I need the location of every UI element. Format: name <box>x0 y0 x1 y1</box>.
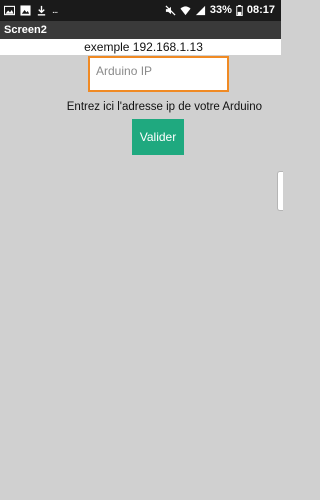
image-icon <box>4 5 15 16</box>
signal-icon <box>195 5 206 16</box>
battery-icon <box>236 5 243 16</box>
wifi-icon <box>180 5 191 16</box>
overflow-dots: ... <box>52 5 58 16</box>
arduino-ip-input[interactable] <box>90 58 227 90</box>
ip-hint-label: Entrez ici l'adresse ip de votre Arduino <box>66 101 262 113</box>
status-bar: ... 33% 08:17 <box>0 0 281 21</box>
ip-input-container[interactable] <box>88 56 229 92</box>
validate-button[interactable]: Valider <box>132 119 184 155</box>
screen-title: Screen2 <box>4 24 47 36</box>
gallery-icon <box>20 5 31 16</box>
status-time: 08:17 <box>246 4 275 16</box>
battery-percent: 33% <box>209 4 232 16</box>
example-ip-label: exemple 192.168.1.13 <box>84 40 203 54</box>
mute-icon <box>165 5 176 16</box>
status-system: 33% 08:17 <box>165 3 275 18</box>
status-notifications: ... <box>4 3 58 18</box>
edge-scroll-handle[interactable] <box>277 171 283 211</box>
download-icon <box>36 5 47 16</box>
app-title-bar: Screen2 <box>0 21 281 39</box>
